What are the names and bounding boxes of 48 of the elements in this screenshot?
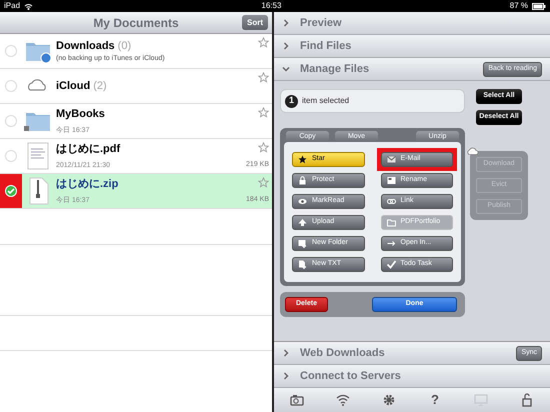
carrier-label: iPad (4, 2, 20, 10)
clock-label: 16:53 (261, 2, 282, 10)
wifi-icon (336, 393, 350, 407)
count-badge: 1 (285, 94, 298, 108)
battery-icon (532, 2, 546, 10)
camera-button[interactable] (288, 392, 306, 408)
star-icon (258, 37, 269, 48)
battery-label: 87 % (510, 2, 528, 10)
folder-icon (386, 218, 396, 227)
cloud-icon (466, 147, 478, 155)
panel-title: My Documents (93, 14, 179, 32)
camera-icon (290, 393, 304, 407)
padlock-icon (520, 393, 534, 407)
item-name[interactable]: はじめに.zip (56, 176, 118, 192)
section-header[interactable]: Manage Files (300, 60, 484, 78)
checkmark-icon (386, 260, 396, 269)
arrow-icon (386, 239, 396, 248)
link-icon (386, 197, 396, 206)
item-count: (0) (118, 38, 132, 54)
item-name[interactable]: MyBooks (56, 106, 105, 122)
star-icon (298, 155, 307, 164)
card-icon (386, 176, 396, 185)
monitor-icon (474, 393, 488, 407)
selection-text: item selected (302, 95, 350, 107)
new-folder-icon (298, 239, 307, 248)
section-header[interactable]: Web Downloads (300, 344, 516, 362)
new-file-icon (298, 260, 307, 269)
selection-checkbox[interactable] (5, 115, 17, 127)
item-count: (2) (93, 78, 107, 94)
item-name[interactable]: はじめに.pdf (56, 141, 120, 158)
sort-button[interactable]: Sort (242, 15, 268, 30)
item-name[interactable]: Downloads (56, 38, 115, 54)
upload-arrow-icon (298, 218, 307, 227)
envelope-icon (386, 155, 396, 164)
help-button[interactable]: ? (426, 392, 444, 408)
star-icon (258, 177, 269, 188)
star-icon (258, 107, 269, 118)
star-icon (258, 72, 269, 83)
selection-checkbox[interactable] (5, 80, 17, 92)
eye-icon (298, 197, 307, 206)
item-name[interactable]: iCloud (56, 78, 90, 94)
star-icon (258, 142, 269, 153)
wifi-icon (24, 2, 34, 10)
wifi-button[interactable] (334, 392, 352, 408)
selection-checkbox[interactable] (5, 150, 17, 162)
settings-icon (382, 393, 396, 407)
padlock-icon (298, 176, 307, 185)
selection-checkbox[interactable] (5, 45, 17, 57)
